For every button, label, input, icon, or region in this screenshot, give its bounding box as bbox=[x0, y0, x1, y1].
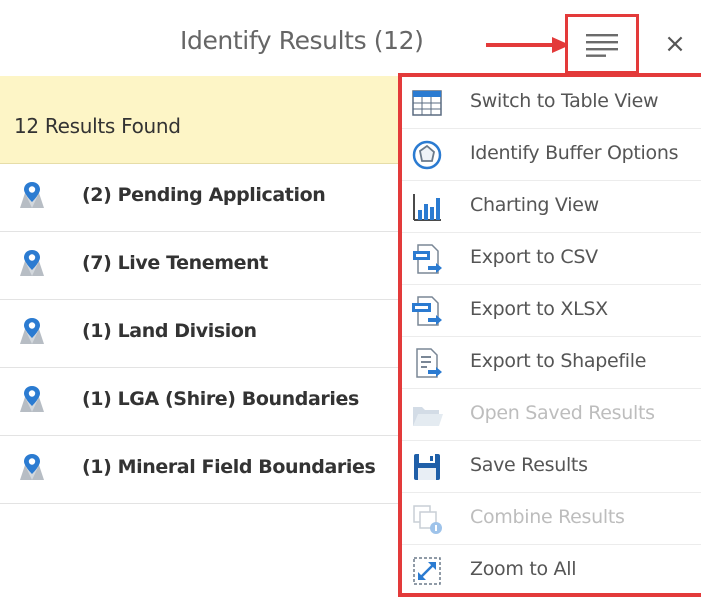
results-count-label: 12 Results Found bbox=[14, 114, 181, 138]
menu-item-identify-buffer-options[interactable]: Identify Buffer Options bbox=[402, 129, 701, 181]
result-group-row[interactable]: (1) LGA (Shire) Boundaries bbox=[0, 368, 404, 436]
map-pin-icon bbox=[20, 250, 44, 276]
result-group-label: (1) Mineral Field Boundaries bbox=[82, 456, 376, 478]
export-shapefile-icon bbox=[416, 348, 442, 378]
menu-item-label: Export to Shapefile bbox=[470, 350, 647, 372]
folder-open-icon bbox=[413, 407, 443, 426]
menu-item-zoom-to-all[interactable]: Zoom to All bbox=[402, 545, 701, 593]
menu-item-label: Export to XLSX bbox=[470, 298, 608, 320]
options-menu-button[interactable] bbox=[565, 14, 639, 74]
options-dropdown-menu: Switch to Table View Identify Buffer Opt… bbox=[398, 73, 701, 597]
zoom-extent-icon bbox=[413, 557, 441, 585]
menu-item-label: Save Results bbox=[470, 454, 588, 476]
menu-item-label: Switch to Table View bbox=[470, 90, 659, 112]
close-button[interactable]: × bbox=[663, 29, 687, 59]
menu-item-label: Export to CSV bbox=[470, 246, 598, 268]
map-pin-icon bbox=[20, 318, 44, 344]
table-view-icon bbox=[412, 90, 442, 116]
menu-item-charting-view[interactable]: Charting View bbox=[402, 181, 701, 233]
menu-item-save-results[interactable]: Save Results bbox=[402, 441, 701, 493]
result-group-row[interactable]: (7) Live Tenement bbox=[0, 232, 404, 300]
identify-results-panel: Identify Results (12) × 12 Results Found… bbox=[0, 0, 701, 597]
save-icon bbox=[414, 454, 440, 480]
export-csv-icon bbox=[413, 244, 442, 274]
menu-item-export-to-csv[interactable]: Export to CSV bbox=[402, 233, 701, 285]
result-group-label: (7) Live Tenement bbox=[82, 252, 268, 274]
buffer-icon bbox=[412, 140, 442, 170]
result-group-label: (2) Pending Application bbox=[82, 184, 326, 206]
result-group-row[interactable]: (1) Land Division bbox=[0, 300, 404, 368]
menu-item-open-saved-results[interactable]: Open Saved Results bbox=[402, 389, 701, 441]
menu-item-label: Charting View bbox=[470, 194, 599, 216]
annotation-arrow-icon bbox=[486, 37, 570, 53]
export-xlsx-icon bbox=[412, 296, 442, 326]
result-group-row[interactable]: (1) Mineral Field Boundaries bbox=[0, 436, 404, 504]
map-pin-icon bbox=[20, 182, 44, 208]
menu-item-label: Combine Results bbox=[470, 506, 625, 528]
result-group-row[interactable]: (2) Pending Application bbox=[0, 164, 404, 232]
menu-item-label: Identify Buffer Options bbox=[470, 142, 679, 164]
combine-icon bbox=[413, 505, 442, 534]
results-summary-bar: 12 Results Found bbox=[0, 76, 404, 164]
menu-item-label: Zoom to All bbox=[470, 558, 577, 580]
result-group-label: (1) LGA (Shire) Boundaries bbox=[82, 388, 359, 410]
menu-item-combine-results[interactable]: Combine Results bbox=[402, 493, 701, 545]
menu-item-label: Open Saved Results bbox=[470, 402, 655, 424]
map-pin-icon bbox=[20, 386, 44, 412]
panel-title: Identify Results (12) bbox=[180, 26, 424, 55]
map-pin-icon bbox=[20, 454, 44, 480]
result-group-label: (1) Land Division bbox=[82, 320, 257, 342]
menu-item-export-to-xlsx[interactable]: Export to XLSX bbox=[402, 285, 701, 337]
hamburger-menu-icon bbox=[586, 34, 618, 57]
menu-item-export-to-shapefile[interactable]: Export to Shapefile bbox=[402, 337, 701, 389]
menu-item-switch-to-table-view[interactable]: Switch to Table View bbox=[402, 77, 701, 129]
chart-icon bbox=[413, 194, 441, 221]
